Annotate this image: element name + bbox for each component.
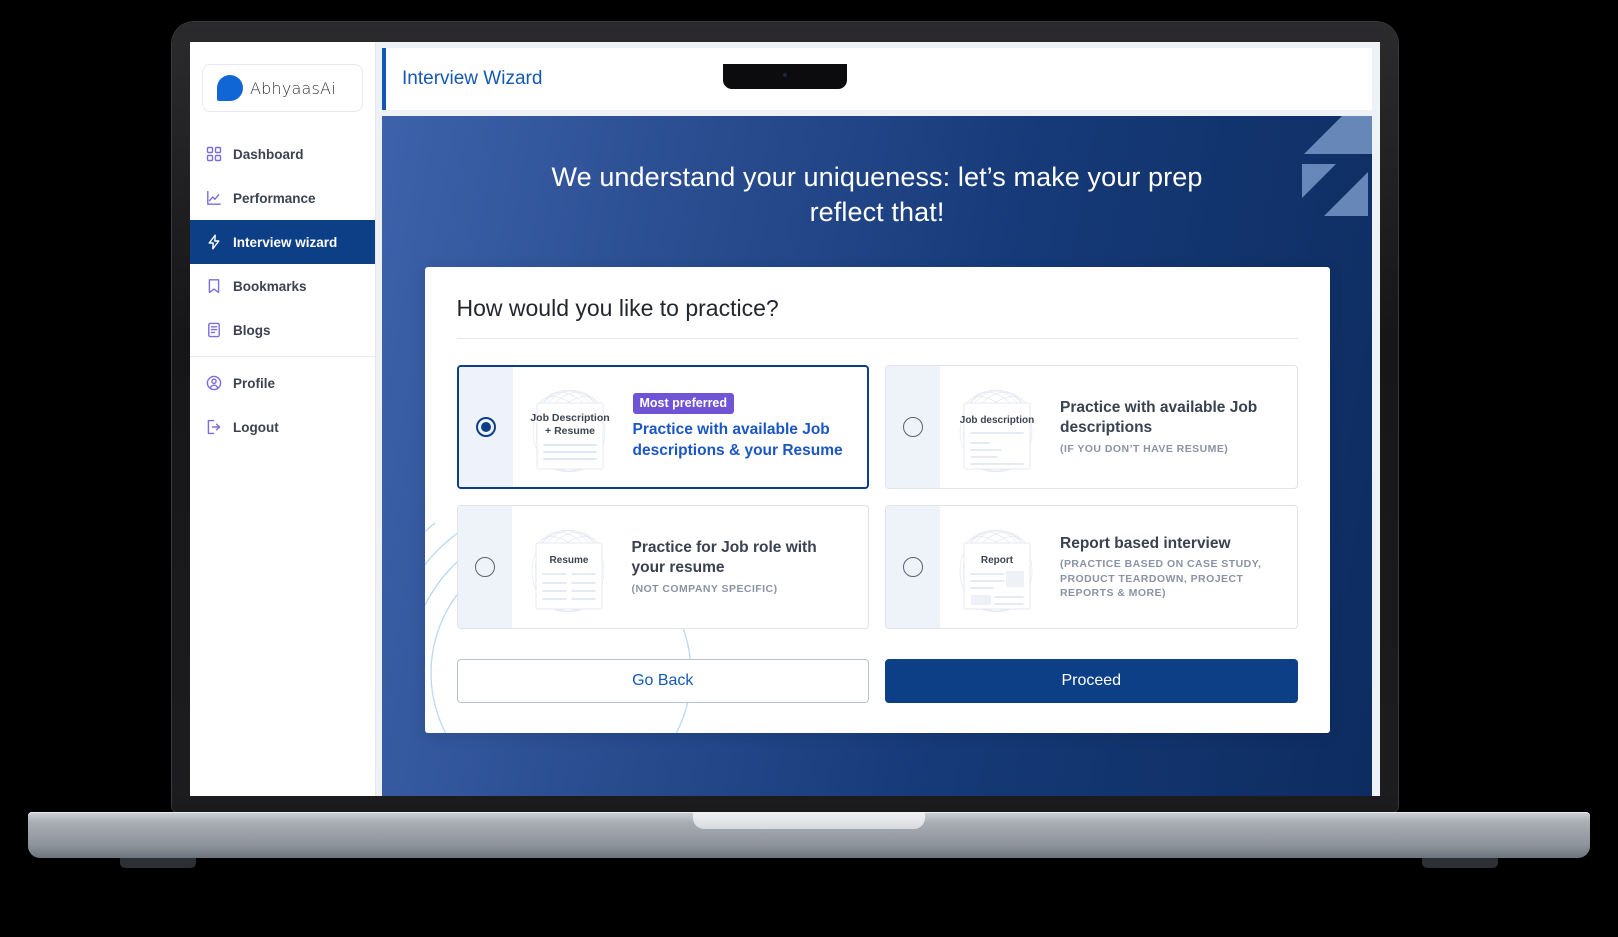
sidebar-item-label: Performance <box>233 190 316 206</box>
option-card-report-based[interactable]: Report Report based interview (PRACTICE … <box>885 505 1298 630</box>
thumb-label-line2: + Resume <box>545 425 595 437</box>
option-subtitle: (IF YOU DON’T HAVE RESUME) <box>1060 442 1229 455</box>
logout-icon <box>206 419 222 435</box>
option-card-job-role-resume[interactable]: Resume Practice for Job role with your r… <box>456 505 869 630</box>
radio-dot <box>908 562 918 572</box>
sidebar-item-label: Interview wizard <box>233 234 338 250</box>
option-title: Practice with available Job descriptions <box>1060 399 1258 437</box>
lightning-bolt-decoration-icon <box>1302 116 1372 216</box>
radio-column[interactable] <box>886 506 940 629</box>
radio-column[interactable] <box>886 366 940 489</box>
sidebar-item-label: Blogs <box>233 322 271 338</box>
sidebar-item-interview-wizard[interactable]: Interview wizard <box>190 220 375 264</box>
document-thumbnail-jd-icon: Job description <box>940 366 1052 488</box>
radio-column[interactable] <box>458 367 513 488</box>
abhyaasai-droplet-logo-icon <box>217 75 243 101</box>
radio-dot <box>908 422 918 432</box>
sidebar-item-logout[interactable]: Logout <box>190 405 375 449</box>
practice-options-grid: Job Description + Resume Most preferred … <box>456 365 1298 630</box>
option-text: Practice with available Job descriptions… <box>1052 366 1297 488</box>
proceed-button[interactable]: Proceed <box>885 659 1298 704</box>
laptop-foot-left <box>120 858 196 868</box>
option-text: Report based interview (PRACTICE BASED O… <box>1052 506 1297 628</box>
sidebar-item-dashboard[interactable]: Dashboard <box>190 132 375 176</box>
sidebar-item-label: Logout <box>233 419 279 435</box>
chart-line-icon <box>206 190 222 206</box>
option-card-jd-only[interactable]: Job description Practice with available … <box>885 365 1298 490</box>
sidebar-item-bookmarks[interactable]: Bookmarks <box>190 264 375 308</box>
hero-heading: We understand your uniqueness: let’s mak… <box>551 162 1203 227</box>
radio-dot <box>480 422 491 433</box>
laptop-lid: AbhyaasAi Dashboard Performance Intervie… <box>172 22 1398 812</box>
radio-jd-only[interactable] <box>903 417 923 438</box>
sidebar-item-label: Profile <box>233 375 276 391</box>
hero-banner: We understand your uniqueness: let’s mak… <box>382 116 1372 796</box>
option-subtitle: (NOT COMPANY SPECIFIC) <box>631 582 778 595</box>
option-subtitle: (PRACTICE BASED ON CASE STUDY, PRODUCT T… <box>1060 558 1262 599</box>
thumb-label-line1: Job description <box>960 415 1034 426</box>
option-title: Report based interview <box>1060 534 1231 552</box>
document-icon <box>206 322 222 338</box>
sidebar-item-performance[interactable]: Performance <box>190 176 375 220</box>
laptop-screen: AbhyaasAi Dashboard Performance Intervie… <box>190 42 1380 796</box>
laptop-notch <box>723 64 847 89</box>
bookmark-icon <box>206 278 222 294</box>
topbar: Interview Wizard <box>382 48 1372 110</box>
option-card-jd-plus-resume[interactable]: Job Description + Resume Most preferred … <box>456 365 869 490</box>
practice-selection-panel: How would you like to practice? Job Desc… <box>424 267 1330 734</box>
document-thumbnail-resume-icon: Resume <box>512 506 624 628</box>
radio-column[interactable] <box>457 506 512 629</box>
laptop-foot-right <box>1422 858 1498 868</box>
main-area: Interview Wizard We understand your uniq… <box>376 42 1380 796</box>
brand-logo-text: AbhyaasAi <box>250 78 336 98</box>
thumb-label-line1: Resume <box>549 555 588 566</box>
page-title: Interview Wizard <box>402 68 543 89</box>
sidebar-item-label: Bookmarks <box>233 278 307 294</box>
panel-heading: How would you like to practice? <box>456 295 1298 340</box>
panel-actions: Go Back Proceed <box>456 659 1298 704</box>
document-thumbnail-report-icon: Report <box>940 506 1052 628</box>
laptop-mockup: AbhyaasAi Dashboard Performance Intervie… <box>0 0 1618 937</box>
brand-logo[interactable]: AbhyaasAi <box>202 64 363 112</box>
go-back-button[interactable]: Go Back <box>456 659 869 704</box>
radio-dot <box>480 562 490 572</box>
lightning-bolt-icon <box>206 234 222 250</box>
option-title: Practice for Job role with your resume <box>631 539 817 577</box>
document-thumbnail-jd-resume-icon: Job Description + Resume <box>513 367 625 487</box>
thumb-label-line1: Job Description <box>530 412 609 424</box>
webcam-icon <box>783 73 787 77</box>
option-title: Practice with available Job descriptions… <box>632 421 843 459</box>
sidebar: AbhyaasAi Dashboard Performance Intervie… <box>190 42 376 796</box>
radio-jd-plus-resume[interactable] <box>475 417 496 438</box>
thumb-label-line1: Report <box>981 555 1014 566</box>
radio-report-based[interactable] <box>903 557 923 578</box>
status-badge-most-preferred: Most preferred <box>632 393 735 415</box>
sidebar-item-label: Dashboard <box>233 146 304 162</box>
option-text: Most preferred Practice with available J… <box>625 367 868 487</box>
app-root: AbhyaasAi Dashboard Performance Intervie… <box>190 42 1380 796</box>
radio-job-role-resume[interactable] <box>474 557 495 578</box>
laptop-base <box>28 812 1590 858</box>
user-circle-icon <box>206 375 222 391</box>
sidebar-divider <box>190 356 375 357</box>
sidebar-item-profile[interactable]: Profile <box>190 361 375 405</box>
option-text: Practice for Job role with your resume (… <box>624 506 869 628</box>
sidebar-item-blogs[interactable]: Blogs <box>190 308 375 352</box>
grid-icon <box>206 146 222 162</box>
laptop-base-notch <box>693 812 925 829</box>
